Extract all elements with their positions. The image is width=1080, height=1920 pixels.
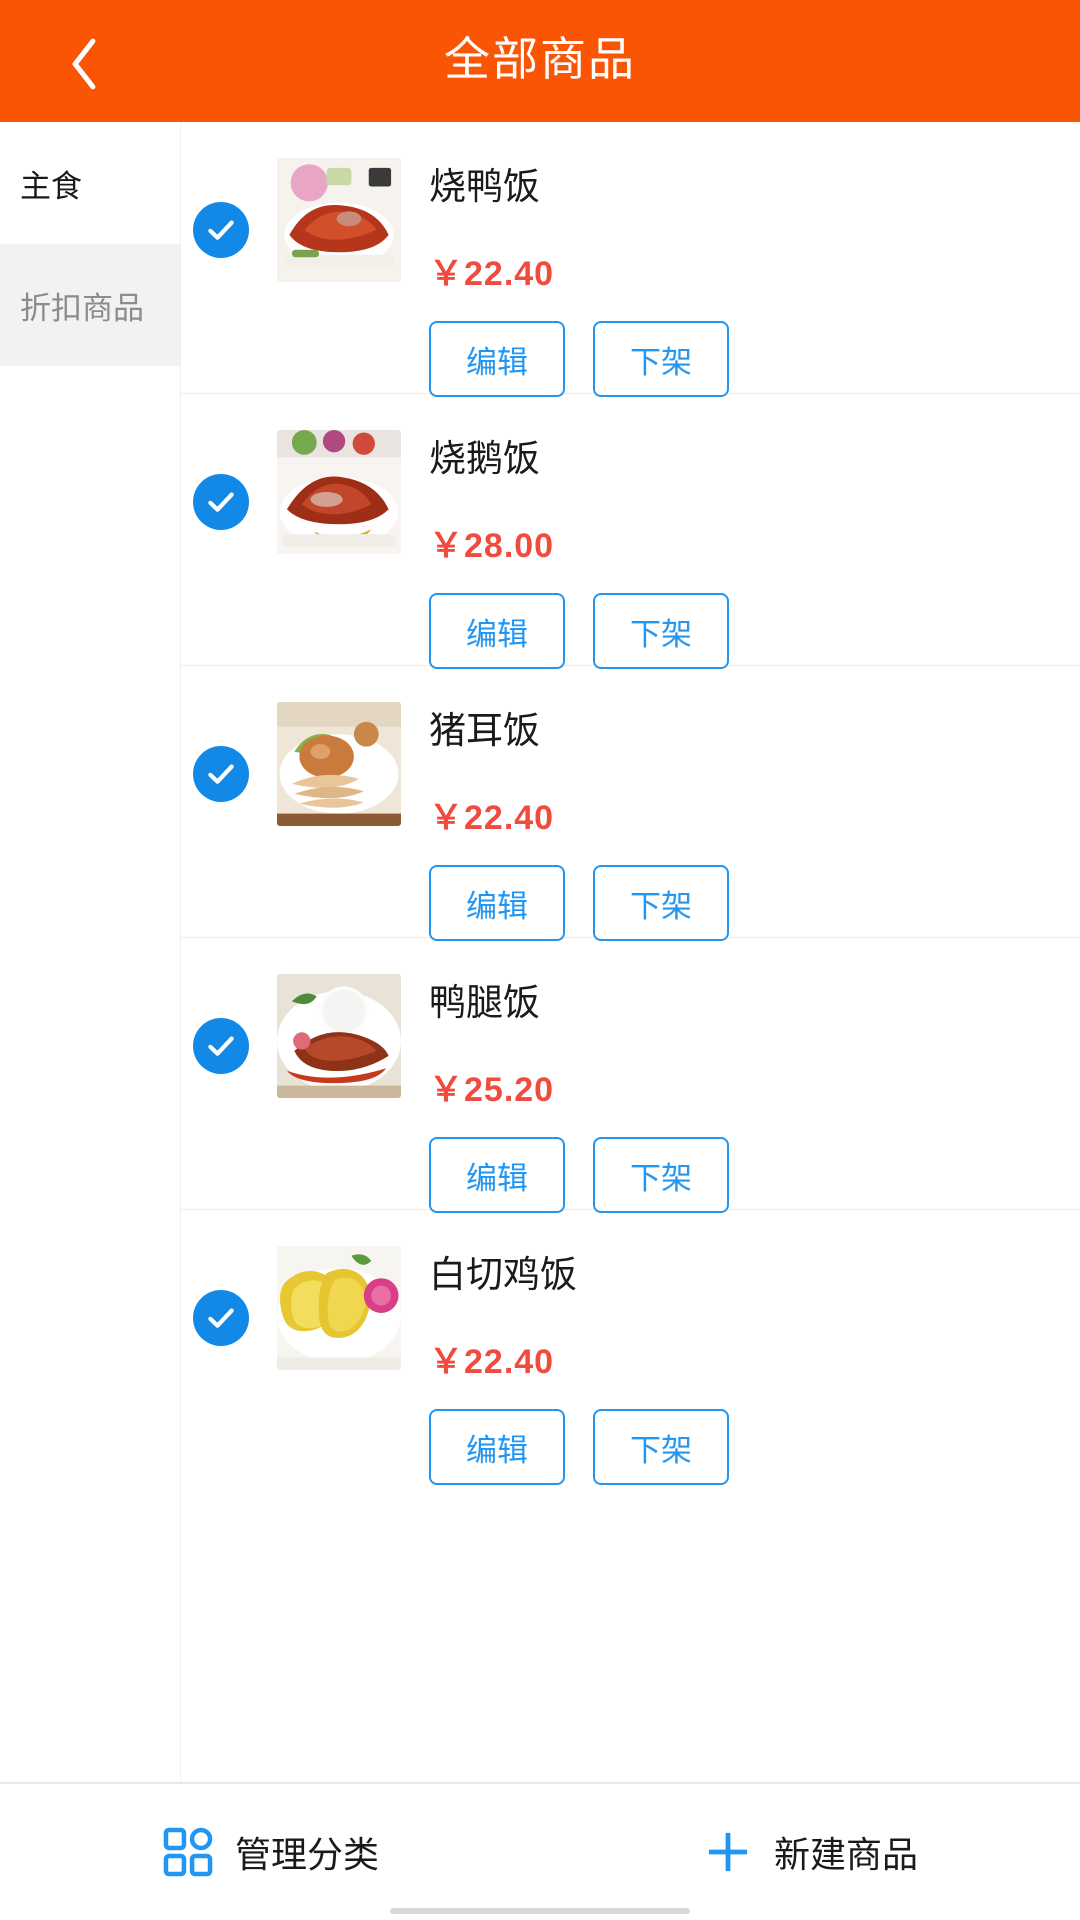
check-circle-icon[interactable]	[193, 202, 249, 258]
create-product-label: 新建商品	[773, 1834, 918, 1875]
edit-button[interactable]: 编辑	[429, 1137, 565, 1213]
edit-button[interactable]: 编辑	[429, 1409, 565, 1485]
manage-categories-button[interactable]: 管理分类	[0, 1825, 540, 1879]
grid-icon	[163, 1827, 213, 1877]
sidebar-item-label: 折扣商品	[20, 290, 144, 326]
product-actions: 编辑 下架	[429, 321, 1080, 397]
product-name: 烧鹅饭	[429, 438, 540, 479]
unlist-button[interactable]: 下架	[593, 1137, 729, 1213]
product-info: 鸭腿饭 ￥25.20 编辑 下架	[429, 966, 1080, 1213]
unlist-button[interactable]: 下架	[593, 593, 729, 669]
check-circle-icon[interactable]	[193, 474, 249, 530]
bottom-toolbar: 管理分类 新建商品	[0, 1782, 1080, 1920]
page-title: 全部商品	[444, 33, 636, 85]
manage-categories-label: 管理分类	[234, 1834, 379, 1875]
product-name: 烧鸭饭	[429, 166, 540, 207]
product-info: 猪耳饭 ￥22.40 编辑 下架	[429, 694, 1080, 941]
edit-button[interactable]: 编辑	[429, 593, 565, 669]
plus-icon	[708, 1832, 748, 1872]
check-circle-icon[interactable]	[193, 746, 249, 802]
list-item[interactable]: 烧鹅饭 ￥28.00 编辑 下架	[181, 394, 1080, 669]
product-list-screen: 全部商品 主食 折扣商品 烧鸭饭 ￥22.40 编辑 下架 烧鹅饭 ￥28.00…	[0, 0, 1080, 1920]
product-name: 白切鸡饭	[429, 1254, 577, 1295]
category-sidebar: 主食 折扣商品	[0, 122, 181, 1782]
product-list[interactable]: 烧鸭饭 ￥22.40 编辑 下架 烧鹅饭 ￥28.00 编辑 下架 猪耳饭 ￥2…	[181, 122, 1080, 1782]
product-info: 白切鸡饭 ￥22.40 编辑 下架	[429, 1238, 1080, 1485]
edit-button[interactable]: 编辑	[429, 865, 565, 941]
check-circle-icon[interactable]	[193, 1018, 249, 1074]
back-button[interactable]	[28, 0, 124, 122]
edit-button[interactable]: 编辑	[429, 321, 565, 397]
list-item[interactable]: 白切鸡饭 ￥22.40 编辑 下架	[181, 1210, 1080, 1485]
unlist-button[interactable]: 下架	[593, 865, 729, 941]
product-actions: 编辑 下架	[429, 865, 1080, 941]
product-price: ￥22.40	[429, 799, 555, 837]
product-info: 烧鸭饭 ￥22.40 编辑 下架	[429, 150, 1080, 397]
product-price: ￥28.00	[429, 527, 555, 565]
product-thumbnail[interactable]	[277, 158, 401, 282]
sidebar-item-staple[interactable]: 主食	[0, 122, 180, 244]
product-price: ￥22.40	[429, 1343, 555, 1381]
sidebar-item-discount[interactable]: 折扣商品	[0, 244, 180, 366]
product-price: ￥22.40	[429, 255, 555, 293]
product-actions: 编辑 下架	[429, 1409, 1080, 1485]
unlist-button[interactable]: 下架	[593, 1409, 729, 1485]
chevron-left-icon	[59, 32, 93, 90]
unlist-button[interactable]: 下架	[593, 321, 729, 397]
check-circle-icon[interactable]	[193, 1290, 249, 1346]
product-price: ￥25.20	[429, 1071, 555, 1109]
app-header: 全部商品	[0, 0, 1080, 122]
product-thumbnail[interactable]	[277, 430, 401, 554]
product-actions: 编辑 下架	[429, 1137, 1080, 1213]
product-thumbnail[interactable]	[277, 702, 401, 826]
product-thumbnail[interactable]	[277, 1246, 401, 1370]
list-item[interactable]: 烧鸭饭 ￥22.40 编辑 下架	[181, 122, 1080, 397]
create-product-button[interactable]: 新建商品	[540, 1826, 1080, 1878]
list-item[interactable]: 猪耳饭 ￥22.40 编辑 下架	[181, 666, 1080, 941]
home-indicator	[390, 1908, 690, 1914]
product-info: 烧鹅饭 ￥28.00 编辑 下架	[429, 422, 1080, 669]
product-thumbnail[interactable]	[277, 974, 401, 1098]
product-name: 鸭腿饭	[429, 982, 540, 1023]
sidebar-item-label: 主食	[20, 168, 82, 204]
list-item[interactable]: 鸭腿饭 ￥25.20 编辑 下架	[181, 938, 1080, 1213]
product-name: 猪耳饭	[429, 710, 540, 751]
content-area: 主食 折扣商品 烧鸭饭 ￥22.40 编辑 下架 烧鹅饭 ￥28.00 编辑 下…	[0, 122, 1080, 1782]
product-actions: 编辑 下架	[429, 593, 1080, 669]
